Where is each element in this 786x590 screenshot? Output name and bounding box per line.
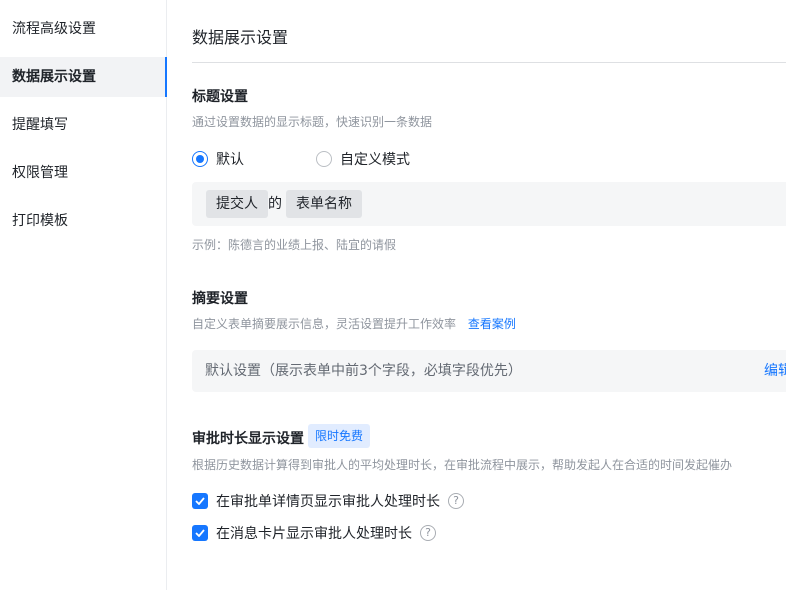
limited-free-badge: 限时免费 [308, 424, 371, 448]
radio-default-label: 默认 [216, 152, 244, 168]
view-examples-link[interactable]: 查看案例 [468, 317, 516, 331]
checkbox-message-card-label: 在消息卡片显示审批人处理时长 [216, 526, 412, 542]
radio-default[interactable]: 默认 [192, 150, 244, 168]
sidebar-item-permissions[interactable]: 权限管理 [0, 153, 166, 193]
title-format-box: 提交人 的 表单名称 [192, 182, 786, 226]
sidebar-item-advanced-flow[interactable]: 流程高级设置 [0, 9, 166, 49]
summary-settings-description: 自定义表单摘要展示信息，灵活设置提升工作效率 查看案例 [192, 315, 516, 332]
divider [192, 62, 786, 63]
title-settings-description: 通过设置数据的显示标题，快速识别一条数据 [192, 115, 433, 129]
checkbox-detail-label: 在审批单详情页显示审批人处理时长 [216, 494, 440, 510]
title-example-text: 示例：陈德言的业绩上报、陆宜的请假 [192, 238, 397, 252]
summary-description-text: 自定义表单摘要展示信息，灵活设置提升工作效率 [192, 317, 457, 331]
radio-custom-label: 自定义模式 [340, 152, 410, 168]
connector-text: 的 [268, 196, 282, 212]
checkbox-checked-icon[interactable] [192, 493, 208, 509]
page-title: 数据展示设置 [192, 28, 289, 47]
help-icon[interactable]: ? [448, 493, 464, 509]
chip-submitter[interactable]: 提交人 [206, 190, 268, 218]
sidebar-item-print-template[interactable]: 打印模板 [0, 201, 166, 241]
help-icon[interactable]: ? [420, 525, 436, 541]
summary-settings-heading: 摘要设置 [192, 291, 248, 307]
edit-summary-link[interactable]: 编辑 [764, 350, 786, 392]
sidebar: 流程高级设置 数据展示设置 提醒填写 权限管理 打印模板 [0, 0, 167, 590]
approval-duration-heading: 审批时长显示设置 [192, 431, 304, 447]
sidebar-item-reminder[interactable]: 提醒填写 [0, 105, 166, 145]
title-settings-heading: 标题设置 [192, 89, 248, 105]
checkbox-detail-page-duration[interactable]: 在审批单详情页显示审批人处理时长 ? [192, 492, 464, 510]
summary-default-text: 默认设置（展示表单中前3个字段，必填字段优先） [205, 363, 522, 379]
checkbox-message-card-duration[interactable]: 在消息卡片显示审批人处理时长 ? [192, 524, 436, 542]
checkbox-checked-icon[interactable] [192, 525, 208, 541]
radio-unchecked-icon[interactable] [316, 151, 332, 167]
summary-box: 默认设置（展示表单中前3个字段，必填字段优先） 编辑 [192, 350, 786, 392]
radio-custom-mode[interactable]: 自定义模式 [316, 150, 410, 168]
radio-checked-icon[interactable] [192, 151, 208, 167]
sidebar-item-data-display[interactable]: 数据展示设置 [0, 57, 167, 97]
settings-window: 流程高级设置 数据展示设置 提醒填写 权限管理 打印模板 数据展示设置 标题设置… [0, 0, 786, 590]
approval-duration-description: 根据历史数据计算得到审批人的平均处理时长，在审批流程中展示，帮助发起人在合适的时… [192, 458, 733, 472]
main-panel: 数据展示设置 标题设置 通过设置数据的显示标题，快速识别一条数据 默认 自定义模… [168, 0, 786, 590]
chip-form-name[interactable]: 表单名称 [286, 190, 362, 218]
